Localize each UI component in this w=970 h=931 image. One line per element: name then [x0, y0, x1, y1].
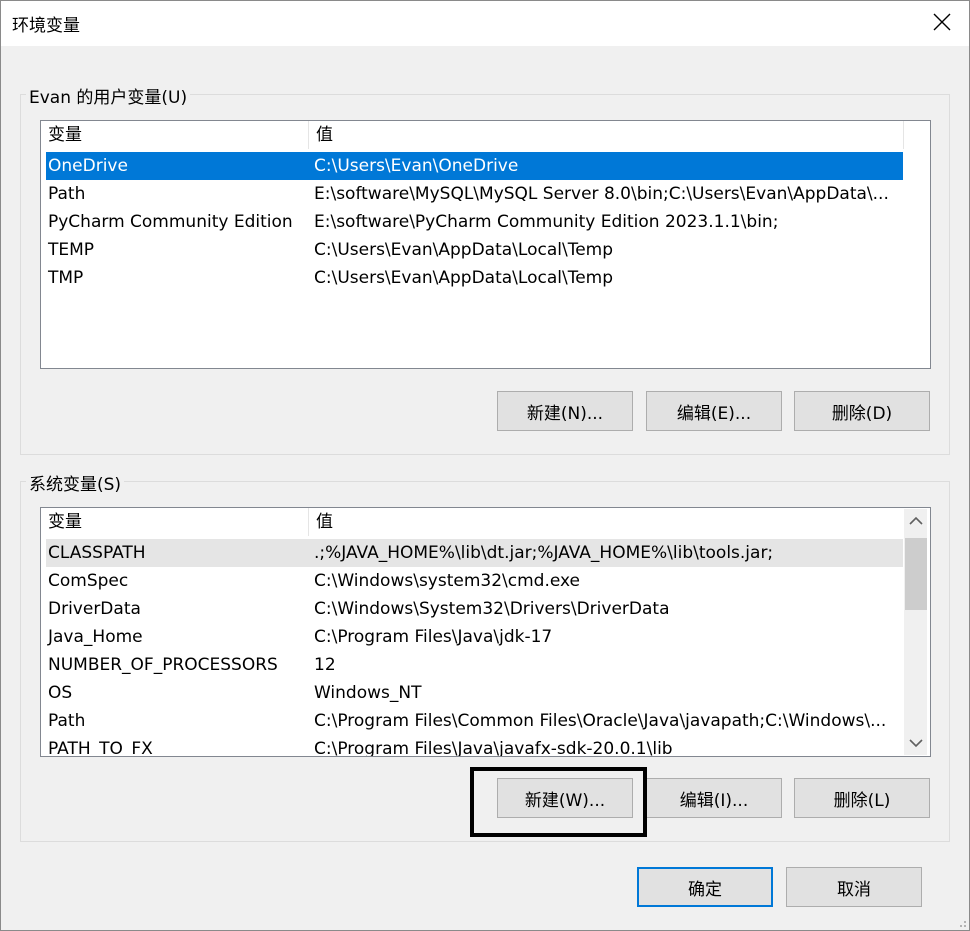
scroll-down-button[interactable] [904, 731, 927, 755]
variable-value: .;%JAVA_HOME%\lib\dt.jar;%JAVA_HOME%\lib… [314, 543, 774, 563]
variable-name: PyCharm Community Edition [48, 212, 293, 232]
variable-name: TMP [48, 268, 84, 288]
chevron-down-icon [908, 739, 923, 748]
variable-name: TEMP [48, 240, 95, 260]
variable-value: C:\Users\Evan\OneDrive [314, 156, 519, 176]
variable-name: Java_Home [48, 627, 143, 647]
system-delete-button[interactable]: 删除(L) [794, 778, 930, 818]
column-header-value[interactable]: 值 [309, 121, 904, 149]
table-row[interactable]: CLASSPATH .;%JAVA_HOME%\lib\dt.jar;%JAVA… [46, 539, 903, 567]
system-new-button[interactable]: 新建(W)... [497, 778, 633, 818]
variable-name: DriverData [48, 599, 141, 619]
variable-name: ComSpec [48, 571, 129, 591]
variable-name: PATH_TO_FX [48, 739, 153, 757]
variable-value: C:\Users\Evan\AppData\Local\Temp [314, 240, 614, 260]
variable-name: NUMBER_OF_PROCESSORS [48, 655, 278, 675]
table-row[interactable]: TMP C:\Users\Evan\AppData\Local\Temp [46, 264, 903, 292]
user-variables-label: Evan 的用户变量(U) [26, 83, 191, 108]
scroll-thumb[interactable] [905, 538, 927, 610]
vertical-scrollbar[interactable] [904, 509, 927, 755]
table-row[interactable]: PyCharm Community Edition E:\software\Py… [46, 208, 903, 236]
user-new-button[interactable]: 新建(N)... [497, 391, 633, 431]
table-row[interactable]: Path E:\software\MySQL\MySQL Server 8.0\… [46, 180, 903, 208]
system-variables-list[interactable]: 变量 值 CLASSPATH .;%JAVA_HOME%\lib\dt.jar;… [40, 507, 931, 757]
table-row[interactable]: OneDrive C:\Users\Evan\OneDrive [46, 152, 903, 180]
resize-grip-icon[interactable] [955, 916, 967, 928]
variable-value: C:\Program Files\Java\jdk-17 [314, 627, 553, 647]
user-variables-list[interactable]: 变量 值 OneDrive C:\Users\Evan\OneDrive Pat… [40, 120, 931, 369]
table-row[interactable]: OS Windows_NT [46, 679, 903, 707]
close-icon [933, 13, 951, 31]
table-row[interactable]: ComSpec C:\Windows\system32\cmd.exe [46, 567, 903, 595]
column-header-value[interactable]: 值 [309, 508, 904, 536]
column-header-name[interactable]: 变量 [41, 121, 308, 149]
close-button[interactable] [914, 0, 970, 44]
variable-name: OS [48, 683, 73, 703]
chevron-up-icon [908, 516, 923, 525]
system-edit-button[interactable]: 编辑(I)... [646, 778, 782, 818]
window-title: 环境变量 [12, 16, 80, 36]
variable-value: C:\Program Files\Common Files\Oracle\Jav… [314, 711, 887, 731]
table-row[interactable]: TEMP C:\Users\Evan\AppData\Local\Temp [46, 236, 903, 264]
variable-value: E:\software\PyCharm Community Edition 20… [314, 212, 779, 232]
table-row[interactable]: Java_Home C:\Program Files\Java\jdk-17 [46, 623, 903, 651]
variable-value: C:\Windows\system32\cmd.exe [314, 571, 581, 591]
variable-value: 12 [314, 655, 336, 675]
table-row[interactable]: DriverData C:\Windows\System32\Drivers\D… [46, 595, 903, 623]
ok-button[interactable]: 确定 [637, 867, 773, 907]
variable-value: E:\software\MySQL\MySQL Server 8.0\bin;C… [314, 184, 889, 204]
table-row[interactable]: PATH_TO_FX C:\Program Files\Java\javafx-… [46, 735, 903, 757]
variable-name: Path [48, 711, 86, 731]
user-edit-button[interactable]: 编辑(E)... [646, 391, 782, 431]
variable-value: C:\Program Files\Java\javafx-sdk-20.0.1\… [314, 739, 673, 757]
user-delete-button[interactable]: 删除(D) [794, 391, 930, 431]
variable-name: CLASSPATH [48, 543, 146, 563]
variable-value: C:\Windows\System32\Drivers\DriverData [314, 599, 670, 619]
table-row[interactable]: NUMBER_OF_PROCESSORS 12 [46, 651, 903, 679]
title-bar: 环境变量 [0, 0, 970, 46]
list-header: 变量 值 [41, 508, 930, 536]
cancel-button[interactable]: 取消 [786, 867, 922, 907]
column-header-name[interactable]: 变量 [41, 508, 308, 536]
table-row[interactable]: Path C:\Program Files\Common Files\Oracl… [46, 707, 903, 735]
variable-value: Windows_NT [314, 683, 422, 703]
list-header: 变量 值 [41, 121, 930, 149]
variable-name: OneDrive [48, 156, 128, 176]
system-variables-label: 系统变量(S) [26, 470, 125, 495]
variable-value: C:\Users\Evan\AppData\Local\Temp [314, 268, 614, 288]
variable-name: Path [48, 184, 86, 204]
column-divider[interactable] [903, 121, 904, 149]
scroll-up-button[interactable] [904, 509, 927, 533]
